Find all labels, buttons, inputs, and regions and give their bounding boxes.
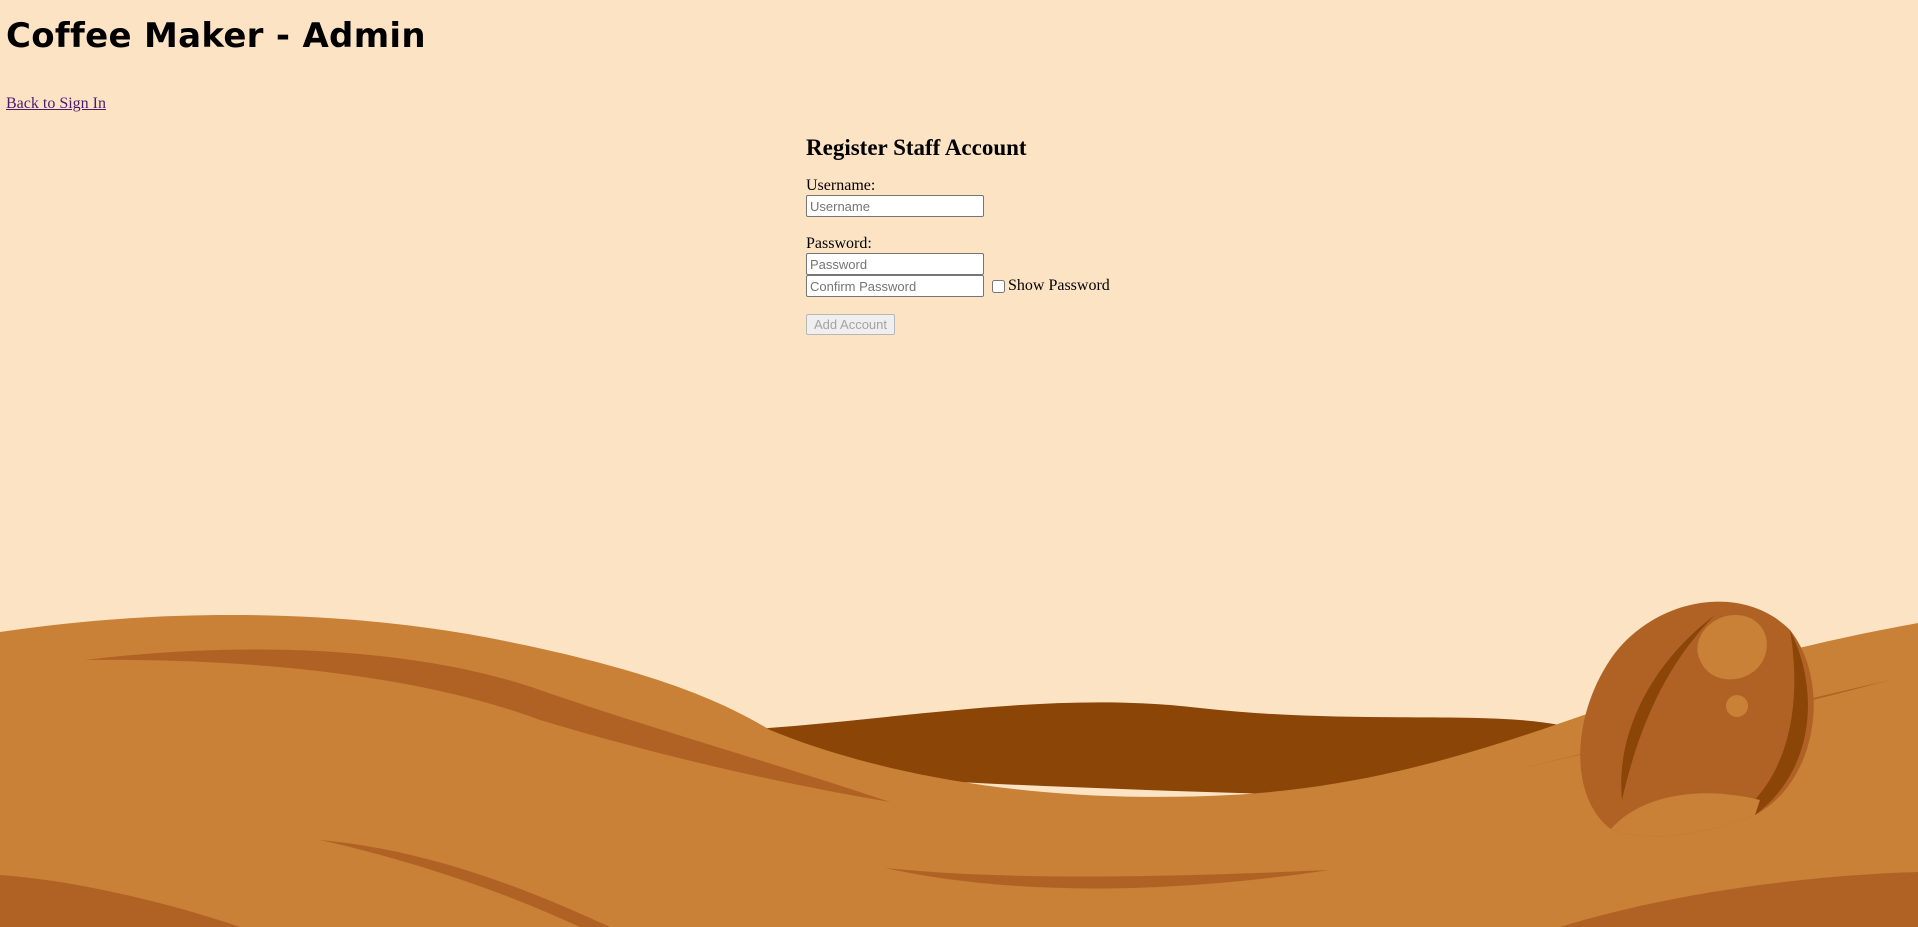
- register-form: Register Staff Account Username: Passwor…: [806, 134, 1226, 335]
- app-title: Coffee Maker - Admin: [6, 16, 426, 56]
- show-password-label[interactable]: Show Password: [1008, 277, 1110, 295]
- confirm-password-input[interactable]: [806, 275, 984, 297]
- confirm-row: Show Password: [806, 275, 1226, 297]
- form-title: Register Staff Account: [806, 135, 1027, 160]
- username-input[interactable]: [806, 195, 984, 217]
- show-password-checkbox[interactable]: [992, 279, 1005, 293]
- password-label: Password:: [806, 235, 872, 252]
- register-page: Coffee Maker - Admin Back to Sign In Reg…: [0, 0, 1918, 927]
- back-to-sign-in-link[interactable]: Back to Sign In: [6, 95, 106, 113]
- password-input[interactable]: [806, 253, 984, 275]
- coffee-hills-scenery: [0, 601, 1918, 927]
- add-account-button[interactable]: Add Account: [806, 314, 895, 335]
- username-label: Username:: [806, 177, 876, 194]
- show-password-toggle: Show Password: [990, 277, 1110, 295]
